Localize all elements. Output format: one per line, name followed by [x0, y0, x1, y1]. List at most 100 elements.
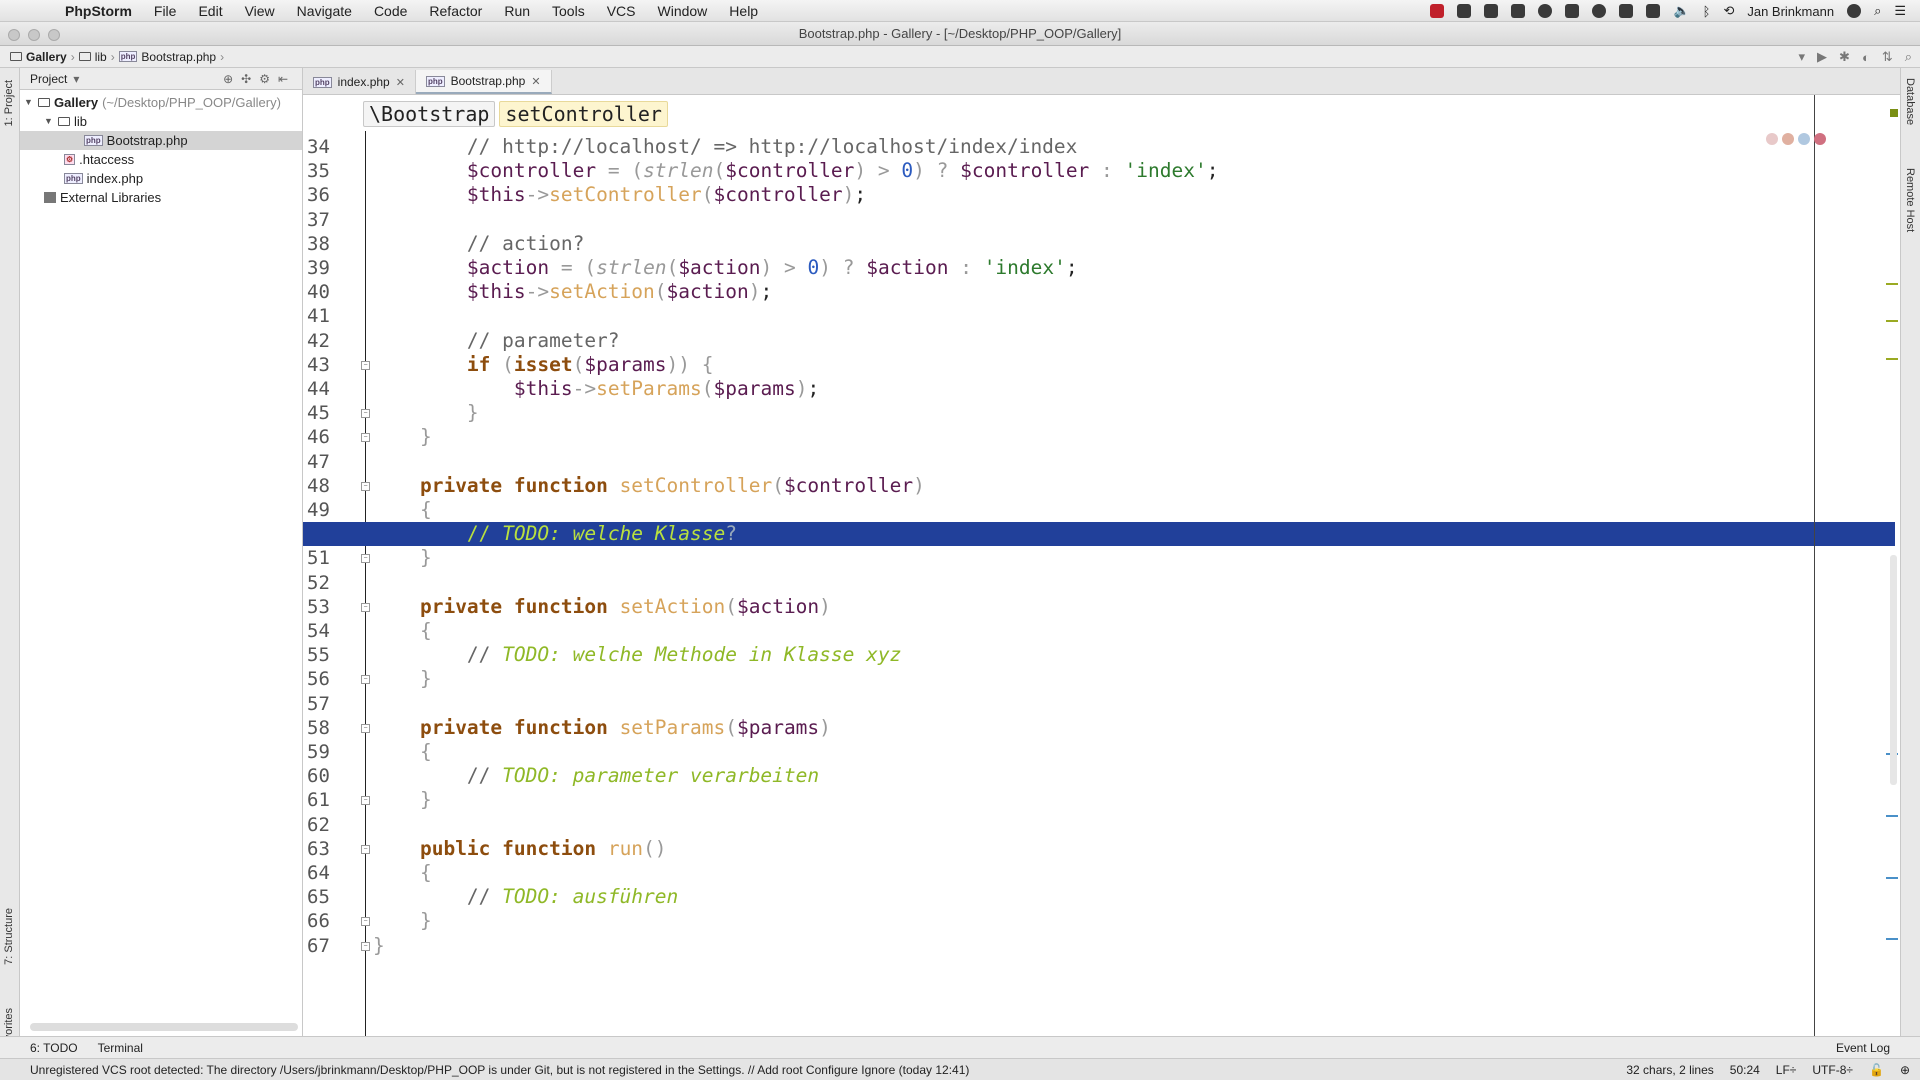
tab-index-php[interactable]: php index.php ✕: [303, 70, 416, 94]
menu-tools[interactable]: Tools: [541, 0, 596, 22]
menu-help[interactable]: Help: [718, 0, 769, 22]
code-line[interactable]: // TODO: welche Klasse?: [303, 522, 1895, 547]
line-separator[interactable]: LF÷: [1776, 1063, 1797, 1077]
run-config-dropdown[interactable]: ▾: [1799, 49, 1806, 65]
vcs-icon[interactable]: ⇅: [1882, 49, 1893, 65]
tree-item-gallery[interactable]: ▼ Gallery (~/Desktop/PHP_OOP/Gallery): [20, 93, 302, 112]
menu-edit[interactable]: Edit: [187, 0, 233, 22]
menu-window[interactable]: Window: [647, 0, 719, 22]
expand-icon[interactable]: ▼: [44, 112, 54, 131]
code-line[interactable]: [373, 571, 1903, 595]
code-line[interactable]: [373, 450, 1903, 474]
code-line[interactable]: }: [373, 546, 1903, 570]
shield-tray-icon[interactable]: [1646, 4, 1661, 18]
code-line[interactable]: [373, 208, 1903, 232]
code-line[interactable]: }: [373, 425, 1903, 449]
close-window-button[interactable]: [8, 29, 20, 41]
database-tool-button[interactable]: Database: [1904, 78, 1916, 125]
menu-view[interactable]: View: [234, 0, 286, 22]
todo-marker[interactable]: [1886, 283, 1898, 285]
todo-marker[interactable]: [1886, 320, 1898, 322]
cloud-tray-icon[interactable]: [1592, 4, 1607, 18]
code-line[interactable]: [373, 813, 1903, 837]
file-encoding[interactable]: UTF-8÷: [1812, 1063, 1853, 1077]
code-line[interactable]: {: [373, 619, 1903, 643]
code-line[interactable]: private function setParams($params): [373, 716, 1903, 740]
chevron-down-icon[interactable]: ▾: [73, 72, 79, 86]
info-tray-icon[interactable]: [1538, 4, 1553, 18]
vertical-scrollbar[interactable]: [1890, 555, 1897, 785]
code-line[interactable]: }: [373, 667, 1903, 691]
lock-icon[interactable]: 🔓: [1869, 1063, 1884, 1077]
todo-tool-button[interactable]: 6: TODO: [30, 1041, 78, 1055]
todo-marker[interactable]: [1886, 815, 1898, 817]
fold-icon[interactable]: −: [361, 941, 370, 951]
fold-icon[interactable]: −: [361, 796, 370, 806]
todo-marker[interactable]: [1886, 938, 1898, 940]
safari-icon[interactable]: [1798, 133, 1810, 145]
horizontal-scrollbar[interactable]: [30, 1023, 298, 1031]
inspection-status-icon[interactable]: [1890, 109, 1898, 117]
breadcrumb-method[interactable]: setController: [499, 101, 668, 127]
code-line[interactable]: // TODO: welche Methode in Klasse xyz: [373, 643, 1903, 667]
tree-item-external-libraries[interactable]: External Libraries: [20, 188, 302, 207]
code-line[interactable]: [373, 304, 1903, 328]
code-line[interactable]: $this->setParams($params);: [373, 377, 1903, 401]
tab-bootstrap-php[interactable]: php Bootstrap.php ✕: [415, 70, 552, 94]
opera-icon[interactable]: [1814, 133, 1826, 145]
fold-icon[interactable]: −: [361, 481, 370, 491]
menu-file[interactable]: File: [143, 0, 188, 22]
code-line[interactable]: }: [373, 401, 1903, 425]
code-line[interactable]: }: [373, 788, 1903, 812]
fold-icon[interactable]: −: [361, 433, 370, 443]
breadcrumb-class[interactable]: \Bootstrap: [363, 101, 496, 127]
code-line[interactable]: // action?: [373, 232, 1903, 256]
git-icon[interactable]: ⊕: [1900, 1063, 1910, 1077]
fold-icon[interactable]: −: [361, 409, 370, 419]
app-tray-icon[interactable]: [1484, 4, 1499, 18]
menu-refactor[interactable]: Refactor: [418, 0, 493, 22]
plus-tray-icon[interactable]: [1511, 4, 1526, 18]
nav-crumb-gallery[interactable]: Gallery: [10, 50, 67, 64]
close-tab-icon[interactable]: ✕: [396, 76, 405, 89]
chrome-icon[interactable]: [1766, 133, 1778, 145]
line-number-gutter[interactable]: 34353637383940414243−4445−46−4748−495051…: [303, 131, 370, 1036]
status-message[interactable]: Unregistered VCS root detected: The dire…: [30, 1063, 969, 1077]
fold-icon[interactable]: −: [361, 844, 370, 854]
code-line[interactable]: // TODO: parameter verarbeiten: [373, 764, 1903, 788]
code-area[interactable]: // http://localhost/ => http://localhost…: [303, 131, 1895, 1036]
code-line[interactable]: $controller = (strlen($controller) > 0) …: [373, 159, 1903, 183]
menu-vcs[interactable]: VCS: [596, 0, 647, 22]
caret-position[interactable]: 50:24: [1730, 1063, 1760, 1077]
todo-marker[interactable]: [1886, 877, 1898, 879]
code-line[interactable]: public function run(): [373, 837, 1903, 861]
debug-icon[interactable]: ✱: [1839, 49, 1850, 65]
app-menu[interactable]: PhpStorm: [54, 0, 143, 22]
menu-code[interactable]: Code: [363, 0, 418, 22]
code-editor[interactable]: \Bootstrap setController 34 35 36 37 38 39 40 4…: [303, 95, 1900, 1036]
code-line[interactable]: private function setController($controll…: [373, 474, 1903, 498]
run-icon[interactable]: ▶: [1817, 49, 1827, 65]
user-avatar-icon[interactable]: [1847, 4, 1862, 18]
tree-item-index[interactable]: php index.php: [20, 169, 302, 188]
nav-crumb-lib[interactable]: lib: [78, 50, 107, 64]
nav-crumb-bootstrap[interactable]: php Bootstrap.php: [118, 50, 216, 64]
code-line[interactable]: {: [373, 861, 1903, 885]
code-line[interactable]: if (isset($params)) {: [373, 353, 1903, 377]
code-line[interactable]: // parameter?: [373, 329, 1903, 353]
code-line[interactable]: [373, 692, 1903, 716]
coverage-icon[interactable]: ◐: [1862, 50, 1870, 65]
structure-tool-button[interactable]: 7: Structure: [3, 908, 15, 965]
todo-marker[interactable]: [1886, 358, 1898, 360]
evernote-tray-icon[interactable]: [1619, 4, 1634, 18]
event-log-button[interactable]: Event Log: [1836, 1041, 1920, 1055]
user-name[interactable]: Jan Brinkmann: [1747, 4, 1834, 19]
terminal-tool-button[interactable]: Terminal: [98, 1041, 143, 1055]
code-line[interactable]: }: [373, 909, 1903, 933]
code-line[interactable]: {: [373, 740, 1903, 764]
code-line[interactable]: // TODO: ausführen: [373, 885, 1903, 909]
tree-item-bootstrap[interactable]: php Bootstrap.php: [20, 131, 302, 150]
firefox-icon[interactable]: [1782, 133, 1794, 145]
code-line[interactable]: // http://localhost/ => http://localhost…: [373, 135, 1903, 159]
code-line[interactable]: $action = (strlen($action) > 0) ? $actio…: [373, 256, 1903, 280]
